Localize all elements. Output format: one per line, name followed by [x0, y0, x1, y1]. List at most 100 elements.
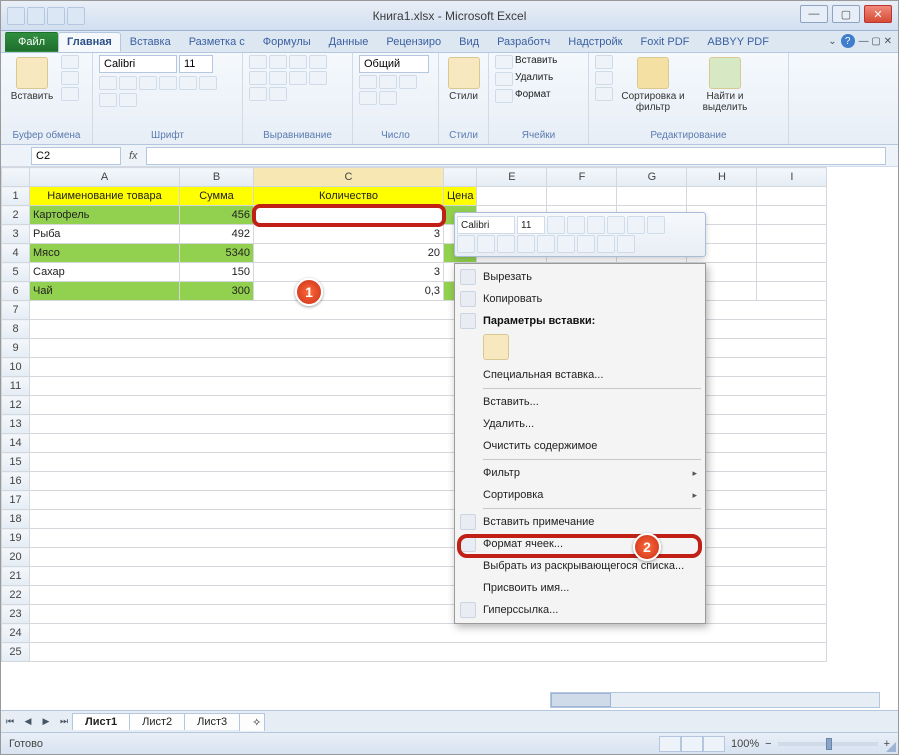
- cell-B5[interactable]: 150: [180, 263, 254, 282]
- clear-icon[interactable]: [595, 87, 613, 101]
- ctx-copy[interactable]: Копировать: [455, 288, 705, 310]
- ctx-clear[interactable]: Очистить содержимое: [455, 435, 705, 457]
- ribbon-min-icon[interactable]: ⌄: [828, 36, 836, 47]
- font-color-icon[interactable]: [199, 76, 217, 90]
- comma-icon[interactable]: [399, 75, 417, 89]
- tab-nav-last[interactable]: ⏭: [55, 713, 73, 731]
- ctx-dropdown[interactable]: Выбрать из раскрывающегося списка...: [455, 555, 705, 577]
- tab-home[interactable]: Главная: [58, 32, 121, 52]
- border-icon[interactable]: [159, 76, 177, 90]
- cell-A2[interactable]: Картофель: [30, 206, 180, 225]
- paste-button[interactable]: Вставить: [7, 55, 57, 102]
- ctx-comment[interactable]: Вставить примечание: [455, 511, 705, 533]
- font-name-combo[interactable]: [99, 55, 177, 73]
- align-top-icon[interactable]: [249, 55, 267, 69]
- view-layout-icon[interactable]: [681, 736, 703, 752]
- tab-nav-first[interactable]: ⏮: [1, 713, 19, 731]
- mini-dec-dec-icon[interactable]: [597, 235, 615, 253]
- cell-A6[interactable]: Чай: [30, 282, 180, 301]
- workbook-min-icon[interactable]: — ▢ ✕: [859, 36, 892, 47]
- fill-icon[interactable]: [595, 71, 613, 85]
- ctx-sort[interactable]: Сортировка: [455, 484, 705, 506]
- align-right-icon[interactable]: [289, 71, 307, 85]
- mini-shrink-icon[interactable]: [567, 216, 585, 234]
- col-B[interactable]: B: [180, 168, 254, 187]
- col-G[interactable]: G: [617, 168, 687, 187]
- ctx-name[interactable]: Присвоить имя...: [455, 577, 705, 599]
- row-5[interactable]: 5: [2, 263, 30, 282]
- mini-border-icon[interactable]: [557, 235, 575, 253]
- tab-abbyy[interactable]: ABBYY PDF: [698, 32, 778, 52]
- align-center-icon[interactable]: [269, 71, 287, 85]
- cut-icon[interactable]: [61, 55, 79, 69]
- cell-A4[interactable]: Мясо: [30, 244, 180, 263]
- autosum-icon[interactable]: [595, 55, 613, 69]
- help-icon[interactable]: ?: [841, 34, 855, 48]
- tab-formulas[interactable]: Формулы: [254, 32, 320, 52]
- inc-decimal-icon[interactable]: [359, 91, 377, 105]
- cell-C5[interactable]: 3: [254, 263, 444, 282]
- copy-icon[interactable]: [61, 71, 79, 85]
- mini-grow-icon[interactable]: [547, 216, 565, 234]
- number-format-combo[interactable]: [359, 55, 429, 73]
- row-4[interactable]: 4: [2, 244, 30, 263]
- sort-filter-button[interactable]: Сортировка и фильтр: [617, 55, 689, 113]
- mini-size-combo[interactable]: 11: [517, 216, 545, 234]
- minimize-button[interactable]: —: [800, 5, 828, 23]
- formula-bar[interactable]: [146, 147, 886, 165]
- col-F[interactable]: F: [547, 168, 617, 187]
- tab-nav-next[interactable]: ▶: [37, 713, 55, 731]
- sheet-tab-1[interactable]: Лист1: [72, 713, 130, 730]
- wrap-text-icon[interactable]: [249, 87, 267, 101]
- mini-bold-icon[interactable]: [457, 235, 475, 253]
- col-H[interactable]: H: [687, 168, 757, 187]
- header-name[interactable]: Наименование товара: [30, 187, 180, 206]
- underline-icon[interactable]: [139, 76, 157, 90]
- cell-C6[interactable]: 0,3: [254, 282, 444, 301]
- ctx-insert[interactable]: Вставить...: [455, 391, 705, 413]
- row-3[interactable]: 3: [2, 225, 30, 244]
- fx-icon[interactable]: fx: [129, 150, 138, 162]
- sheet-tab-2[interactable]: Лист2: [129, 713, 185, 730]
- cell-B4[interactable]: 5340: [180, 244, 254, 263]
- horizontal-scrollbar[interactable]: [550, 692, 880, 708]
- header-qty[interactable]: Количество: [254, 187, 444, 206]
- col-D[interactable]: [444, 168, 477, 187]
- indent-icon[interactable]: [309, 71, 327, 85]
- mini-inc-dec-icon[interactable]: [577, 235, 595, 253]
- maximize-button[interactable]: ▢: [832, 5, 860, 23]
- tab-developer[interactable]: Разработч: [488, 32, 559, 52]
- sheet-tab-3[interactable]: Лист3: [184, 713, 240, 730]
- tab-layout[interactable]: Разметка с: [180, 32, 254, 52]
- select-all[interactable]: [2, 168, 30, 187]
- italic-icon[interactable]: [119, 76, 137, 90]
- currency-icon[interactable]: [359, 75, 377, 89]
- col-I[interactable]: I: [757, 168, 827, 187]
- mini-fontcolor-icon[interactable]: [537, 235, 555, 253]
- bold-icon[interactable]: [99, 76, 117, 90]
- shrink-font-icon[interactable]: [119, 93, 137, 107]
- ctx-delete[interactable]: Удалить...: [455, 413, 705, 435]
- tab-data[interactable]: Данные: [320, 32, 378, 52]
- tab-nav-prev[interactable]: ◀: [19, 713, 37, 731]
- name-box[interactable]: [31, 147, 121, 165]
- tab-insert[interactable]: Вставка: [121, 32, 180, 52]
- close-button[interactable]: ✕: [864, 5, 892, 23]
- header-sum[interactable]: Сумма: [180, 187, 254, 206]
- tab-file[interactable]: Файл: [5, 32, 58, 52]
- view-normal-icon[interactable]: [659, 736, 681, 752]
- align-middle-icon[interactable]: [269, 55, 287, 69]
- cell-A5[interactable]: Сахар: [30, 263, 180, 282]
- ctx-cut[interactable]: Вырезать: [455, 266, 705, 288]
- row-2[interactable]: 2: [2, 206, 30, 225]
- cell-B3[interactable]: 492: [180, 225, 254, 244]
- cell-A3[interactable]: Рыба: [30, 225, 180, 244]
- tab-review[interactable]: Рецензиро: [377, 32, 450, 52]
- align-bottom-icon[interactable]: [289, 55, 307, 69]
- save-icon[interactable]: [27, 7, 45, 25]
- new-sheet-button[interactable]: ✧: [239, 713, 265, 731]
- cell-B2[interactable]: 456: [180, 206, 254, 225]
- col-C[interactable]: C: [254, 168, 444, 187]
- header-price[interactable]: Цена: [444, 187, 477, 206]
- mini-italic-icon[interactable]: [477, 235, 495, 253]
